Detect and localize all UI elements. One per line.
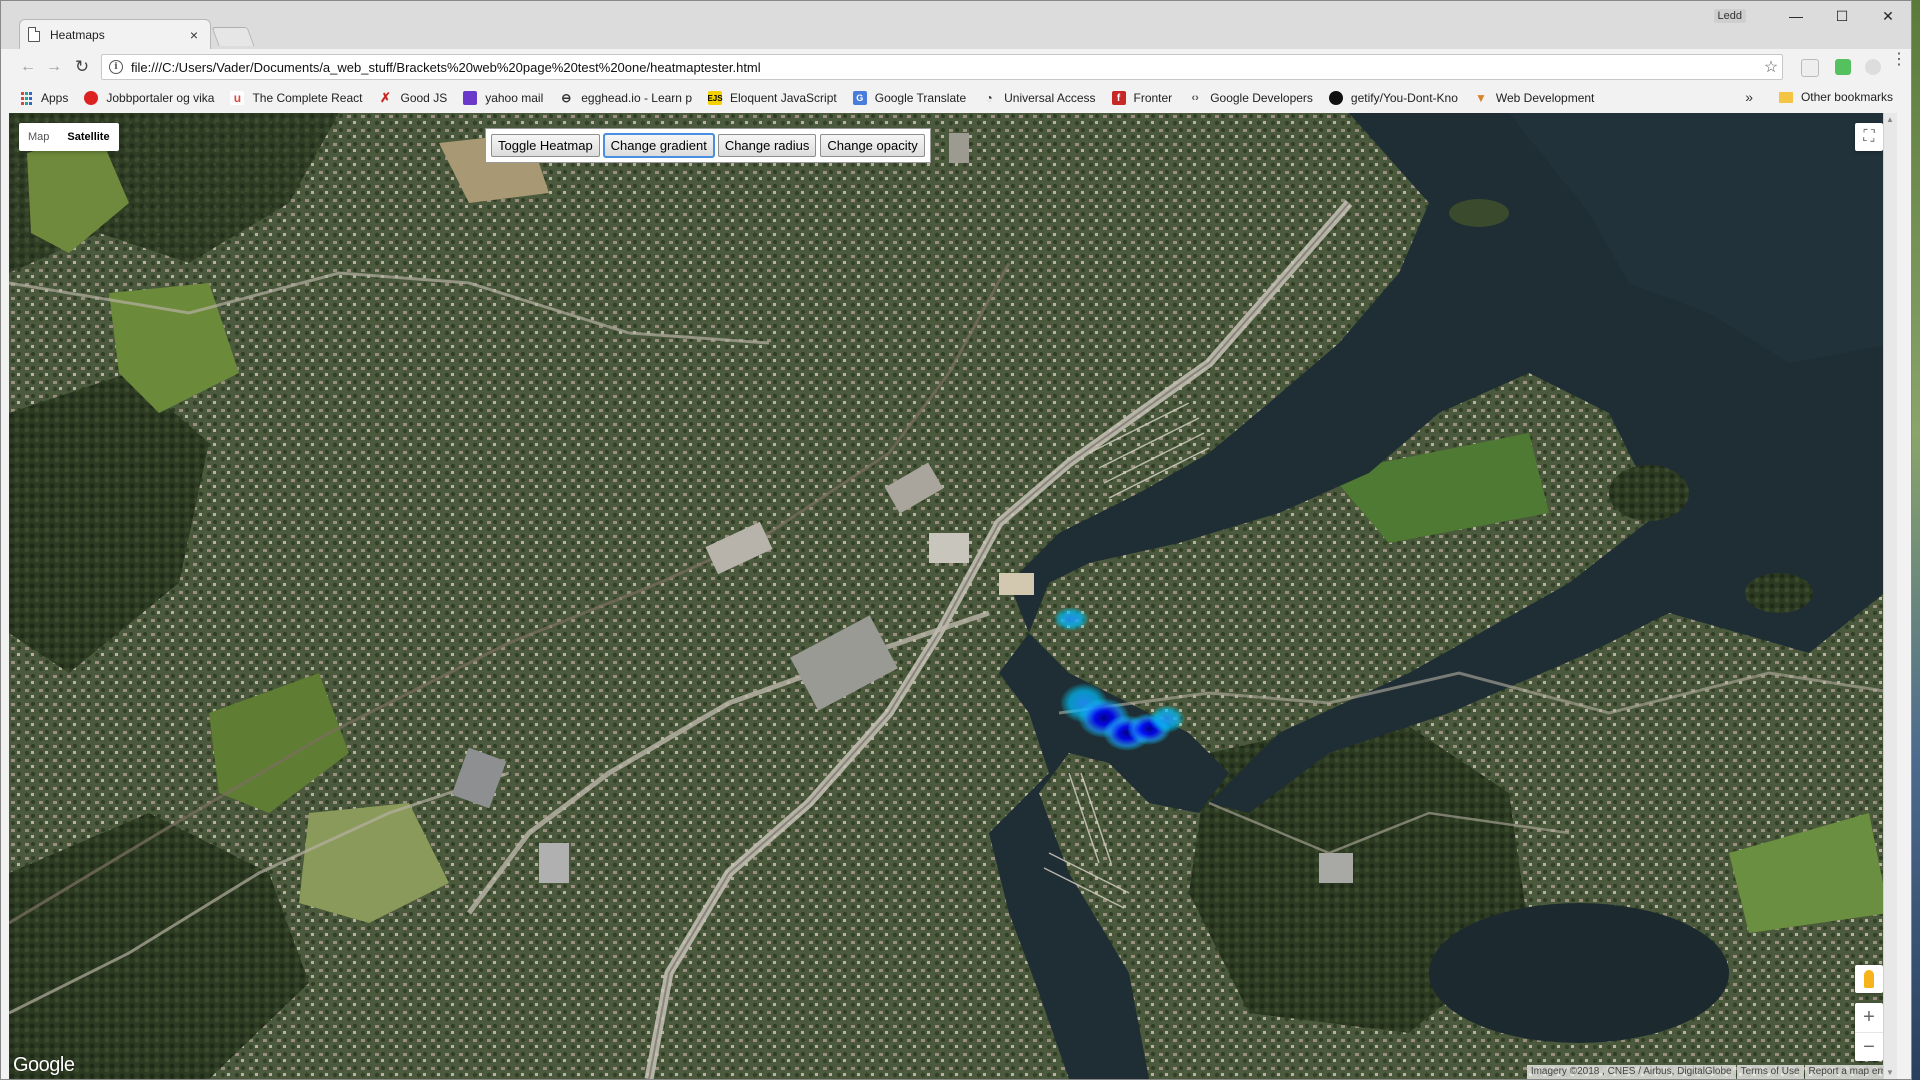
desktop-background-strip [1912,0,1920,1080]
bookmark-label: Jobbportaler og vika [106,91,215,105]
bookmark-good-js[interactable]: ✗ Good JS [379,90,448,105]
bookmark-google-translate[interactable]: G Google Translate [852,91,967,105]
toolbar: ← → ↻ i file:///C:/Users/Vader/Documents… [1,49,1911,85]
bookmark-jobbportaler[interactable]: Jobbportaler og vika [84,91,214,105]
map-attribution: Imagery ©2018 , CNES / Airbus, DigitalGl… [1526,1065,1897,1079]
fullscreen-icon[interactable]: ⛶ [1855,123,1883,151]
mail-icon [463,91,478,105]
bookmark-label: Google Developers [1210,91,1313,105]
jobb-icon [84,91,99,105]
page-icon [28,27,40,42]
webdev-icon: ▼ [1474,91,1487,105]
extension-icon-3[interactable] [1865,59,1881,75]
new-tab-button[interactable] [211,27,255,46]
map-viewport[interactable]: Map Satellite Toggle Heatmap Change grad… [9,113,1897,1079]
bookmark-apps[interactable]: Apps [19,91,68,105]
street-view-pegman-icon[interactable] [1855,965,1883,993]
toggle-heatmap-button[interactable]: Toggle Heatmap [491,134,600,157]
map-type-map-button[interactable]: Map [19,131,58,143]
bookmark-eloquent-js[interactable]: EJS Eloquent JavaScript [707,91,837,105]
back-arrow-icon[interactable]: ← [17,56,39,78]
bookmark-universal-access[interactable]: ◔ Universal Access [982,91,1096,105]
title-bar: Heatmaps × Ledd — ☐ ✕ [1,1,1911,49]
google-logo[interactable]: Google [13,1054,75,1077]
vertical-scrollbar[interactable]: ▲ ▼ [1883,113,1897,1079]
github-icon [1328,91,1343,105]
browser-window: Heatmaps × Ledd — ☐ ✕ ← → ↻ i file:///C:… [0,0,1912,1080]
close-window-button[interactable]: ✕ [1865,1,1911,31]
zoom-out-button[interactable]: − [1855,1033,1883,1062]
bookmark-label: Google Translate [874,91,967,105]
folder-icon [1778,91,1793,103]
tab-heatmaps[interactable]: Heatmaps × [19,19,211,49]
extension-icon-1[interactable] [1801,59,1819,77]
other-bookmarks[interactable]: Other bookmarks [1778,90,1893,104]
change-gradient-button[interactable]: Change gradient [602,133,715,158]
bookmark-label: Universal Access [1004,91,1096,105]
zoom-in-button[interactable]: + [1855,1003,1883,1033]
bookmark-label: The Complete React [252,91,363,105]
menu-icon[interactable]: ⋮ [1891,52,1907,68]
pegman-figure [1864,970,1874,988]
egghead-icon: ⊖ [561,91,572,105]
bookmark-label: Apps [41,91,69,105]
url-text[interactable]: file:///C:/Users/Vader/Documents/a_web_s… [131,60,1760,75]
access-icon: ◔ [985,91,993,105]
maximize-button[interactable]: ☐ [1819,1,1865,31]
profile-name[interactable]: Ledd [1713,9,1746,23]
bookmark-label: Good JS [400,91,448,105]
change-radius-button[interactable]: Change radius [717,134,817,157]
zoom-control: + − [1855,1003,1883,1061]
extension-icon-2[interactable] [1835,59,1851,75]
bookmark-fronter[interactable]: f Fronter [1111,91,1173,105]
udemy-icon: u [230,91,245,105]
forward-arrow-icon[interactable]: → [43,56,65,78]
satellite-map-imagery[interactable] [9,113,1897,1079]
bookmark-complete-react[interactable]: u The Complete React [230,91,363,105]
bookmark-label: Web Development [1495,91,1595,105]
minimize-button[interactable]: — [1773,1,1819,31]
goodjs-icon: ✗ [380,90,391,105]
ejs-icon: EJS [707,91,723,105]
bookmark-label: yahoo mail [485,91,544,105]
bookmark-label: Fronter [1133,91,1173,105]
terms-of-use-link[interactable]: Terms of Use [1736,1065,1804,1079]
address-bar[interactable]: i file:///C:/Users/Vader/Documents/a_web… [101,54,1783,80]
scroll-down-icon[interactable]: ▼ [1886,1068,1894,1077]
other-bookmarks-label: Other bookmarks [1800,90,1893,104]
bookmark-yahoo-mail[interactable]: yahoo mail [463,91,543,105]
bookmark-label: egghead.io - Learn p [581,91,692,105]
translate-icon: G [852,91,867,105]
map-type-satellite-button[interactable]: Satellite [58,131,118,143]
tab-title: Heatmaps [50,27,105,42]
info-icon[interactable]: i [109,60,123,74]
bookmark-getify[interactable]: getify/You-Dont-Kno [1328,91,1458,105]
bookmark-label: getify/You-Dont-Kno [1350,91,1458,105]
fronter-icon: f [1111,91,1126,105]
map-type-control: Map Satellite [19,123,119,151]
bookmark-star-icon[interactable]: ☆ [1760,57,1782,77]
change-opacity-button[interactable]: Change opacity [820,134,925,157]
scroll-up-icon[interactable]: ▲ [1886,115,1894,124]
tab-close-icon[interactable]: × [186,27,202,43]
bookmark-google-developers[interactable]: ‹› Google Developers [1188,91,1313,105]
apps-grid-icon [19,91,33,105]
bookmarks-bar: Apps Jobbportaler og vika u The Complete… [1,85,1911,111]
bookmarks-overflow-icon[interactable]: » [1745,89,1753,105]
reload-icon[interactable]: ↻ [71,56,93,78]
gdev-icon: ‹› [1191,92,1199,104]
bookmark-label: Eloquent JavaScript [730,91,837,105]
heatmap-control-panel: Toggle Heatmap Change gradient Change ra… [485,128,931,163]
bookmark-egghead[interactable]: ⊖ egghead.io - Learn p [559,91,692,105]
bookmark-web-development[interactable]: ▼ Web Development [1474,91,1595,105]
imagery-credit: Imagery ©2018 , CNES / Airbus, DigitalGl… [1526,1065,1736,1079]
